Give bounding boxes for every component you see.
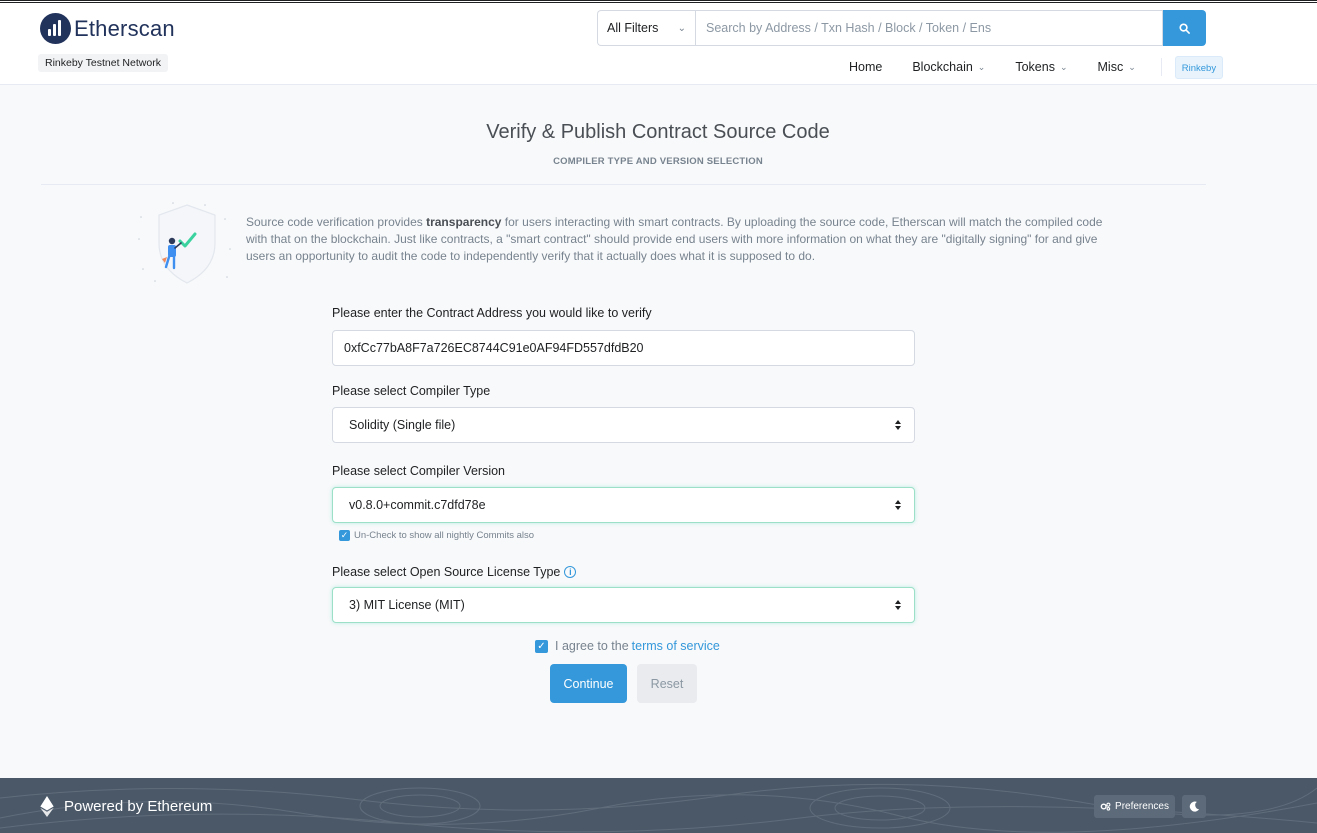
compiler-version-label-text: Please select Compiler Version (332, 464, 505, 478)
etherscan-logo[interactable]: Etherscan (40, 13, 175, 44)
chevron-down-icon: ⌄ (677, 22, 686, 34)
license-value: 3) MIT License (MIT) (349, 598, 465, 612)
intro-part1: Source code verification provides (246, 215, 427, 229)
compiler-type-label: Please select Compiler Type (332, 384, 490, 398)
continue-button[interactable]: Continue (550, 664, 627, 703)
contract-address-value: 0xfCc77bA8F7a726EC8744C91e0AF94FD557dfdB… (344, 341, 644, 355)
license-label-text: Please select Open Source License Type (332, 565, 561, 579)
network-badge: Rinkeby Testnet Network (38, 54, 168, 72)
preferences-label: Preferences (1115, 801, 1169, 812)
agree-text: I agree to the (555, 639, 629, 653)
compiler-type-value: Solidity (Single file) (349, 418, 456, 432)
gears-icon (1100, 802, 1111, 811)
powered-by: Powered by Ethereum (40, 796, 212, 817)
site-header: Etherscan Rinkeby Testnet Network All Fi… (0, 3, 1317, 85)
dark-mode-toggle[interactable] (1182, 795, 1206, 818)
compiler-version-label: Please select Compiler Version (332, 464, 505, 478)
nav-divider (1160, 58, 1162, 76)
etherscan-logo-icon (40, 13, 71, 44)
filter-select[interactable]: All Filters ⌄ (597, 10, 695, 46)
verification-illustration (138, 202, 231, 284)
nav-blockchain[interactable]: Blockchain ⌄ (912, 60, 985, 74)
license-label: Please select Open Source License Type i (332, 565, 577, 579)
search-bar: All Filters ⌄ (597, 10, 1206, 46)
nav-tokens-label: Tokens (1015, 60, 1055, 74)
page-subtitle: COMPILER TYPE AND VERSION SELECTION (553, 156, 763, 167)
check-icon: ✓ (339, 530, 350, 541)
main-nav: Home Blockchain ⌄ Tokens ⌄ Misc ⌄ Rinkeb… (849, 55, 1224, 79)
powered-by-text: Powered by Ethereum (64, 798, 213, 815)
contract-address-field[interactable]: 0xfCc77bA8F7a726EC8744C91e0AF94FD557dfdB… (332, 330, 915, 366)
site-footer: Powered by Ethereum Preferences (0, 778, 1317, 833)
select-arrows-icon (895, 420, 901, 430)
intro-bold: transparency (426, 215, 502, 229)
compiler-version-value: v0.8.0+commit.c7dfd78e (349, 498, 486, 512)
nav-home[interactable]: Home (849, 60, 882, 74)
nav-tokens[interactable]: Tokens ⌄ (1015, 60, 1067, 74)
chevron-down-icon: ⌄ (1059, 61, 1068, 72)
terms-checkbox[interactable]: ✓ (535, 639, 548, 653)
compiler-version-select[interactable]: v0.8.0+commit.c7dfd78e (332, 487, 915, 523)
search-button[interactable] (1163, 10, 1206, 46)
chevron-down-icon: ⌄ (1128, 61, 1136, 72)
info-icon[interactable]: i (564, 566, 577, 578)
terms-of-service-link[interactable]: terms of service (632, 639, 720, 653)
title-divider (41, 184, 1206, 185)
nav-misc-label: Misc (1097, 60, 1124, 74)
nightly-commits-label: Un-Check to show all nightly Commits als… (354, 530, 535, 541)
intro-text: Source code verification provides transp… (246, 214, 1116, 265)
logo-text: Etherscan (74, 15, 175, 41)
address-label: Please enter the Contract Address you wo… (332, 306, 652, 320)
nav-blockchain-label: Blockchain (912, 60, 973, 74)
preferences-button[interactable]: Preferences (1094, 795, 1175, 818)
nightly-commits-checkbox[interactable]: ✓ Un-Check to show all nightly Commits a… (339, 530, 534, 541)
reset-button[interactable]: Reset (637, 664, 697, 703)
license-select[interactable]: 3) MIT License (MIT) (332, 587, 915, 623)
terms-agreement: ✓ I agree to the terms of service (535, 639, 720, 653)
search-input[interactable] (695, 10, 1163, 46)
select-arrows-icon (895, 600, 901, 610)
page-title: Verify & Publish Contract Source Code (486, 121, 830, 143)
moon-icon (1189, 801, 1199, 812)
nav-misc[interactable]: Misc ⌄ (1098, 60, 1136, 74)
ethereum-icon (40, 796, 54, 817)
filter-select-label: All Filters (607, 21, 659, 35)
page-heading: Verify & Publish Contract Source Code CO… (35, 121, 1281, 167)
compiler-type-label-text: Please select Compiler Type (332, 384, 491, 398)
chevron-down-icon: ⌄ (977, 61, 986, 72)
search-icon (1179, 22, 1190, 34)
network-button[interactable]: Rinkeby (1174, 55, 1224, 79)
select-arrows-icon (895, 500, 901, 510)
nav-home-label: Home (849, 60, 883, 74)
compiler-type-select[interactable]: Solidity (Single file) (332, 407, 915, 443)
address-label-text: Please enter the Contract Address you wo… (332, 306, 652, 320)
